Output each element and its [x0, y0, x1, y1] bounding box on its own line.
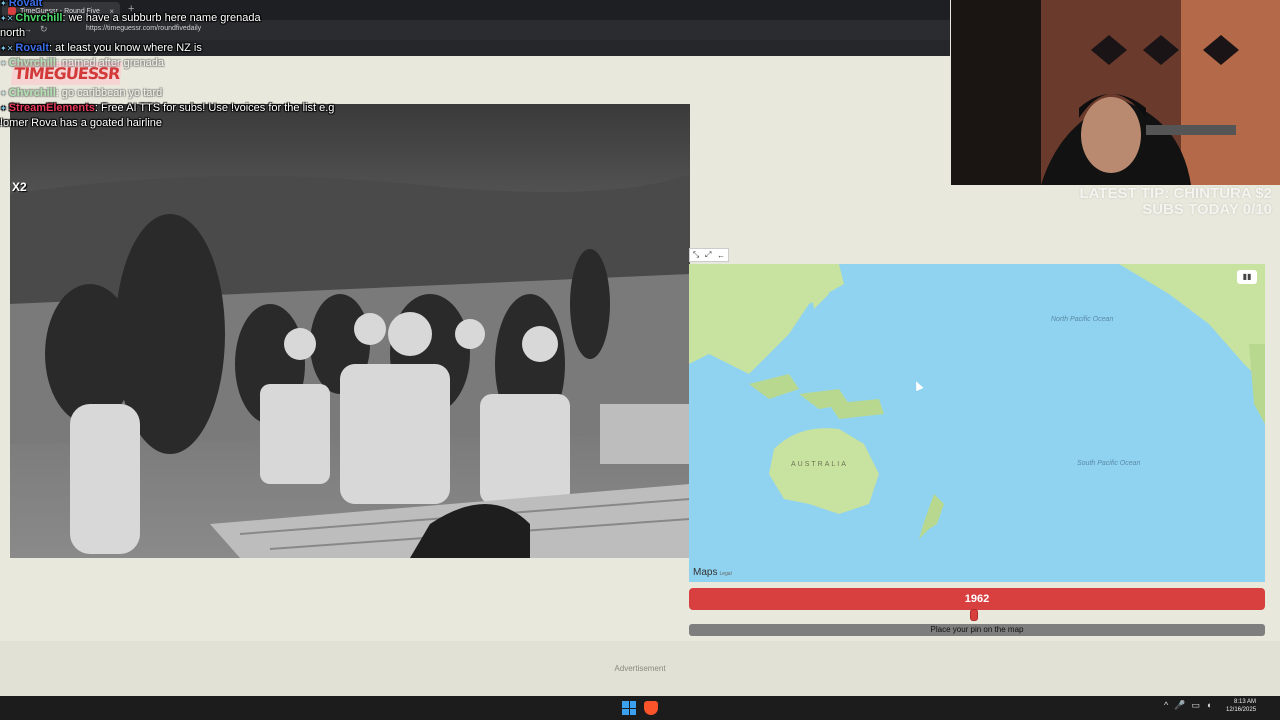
subs-today-text: SUBS TODAY 0/10: [1142, 201, 1272, 218]
map-label-australia: AUSTRALIA: [791, 461, 848, 468]
chat-line: ✦✕ Rovalt: at least you know where NZ is: [0, 42, 202, 54]
year-slider-thumb[interactable]: [970, 609, 978, 621]
maps-brand: Maps Legal: [693, 567, 732, 578]
badge-icon: ✦: [0, 89, 7, 98]
latest-tip-text: LATEST TIP: CHINTURA $2: [1079, 185, 1272, 202]
reload-icon[interactable]: ↻: [40, 24, 48, 35]
chat-line: north: [0, 27, 26, 39]
map-controls: ⤡ ⤢ ←: [689, 248, 729, 262]
chat-line: ✦ Rovalt: [0, 0, 43, 9]
chat-line: ✦✕ Chvrchill: we have a subburb here name…: [0, 12, 261, 24]
chat-line: ✦ Chvrchill: named after grenada: [0, 57, 165, 69]
network-icon[interactable]: ▭: [1191, 700, 1200, 711]
map-label-north-pacific: North Pacific Ocean: [1051, 316, 1114, 323]
windows-start-icon[interactable]: [622, 701, 636, 715]
badge-icon: ✦: [0, 0, 7, 8]
map-layers-icon[interactable]: ▮▮: [1237, 270, 1257, 284]
multiplier-badge: X2: [12, 180, 27, 194]
badge-icon: ✦: [0, 104, 7, 113]
advertisement-label: Advertisement: [614, 664, 666, 673]
map-label-south-pacific: South Pacific Ocean: [1077, 460, 1141, 467]
collapse-icon[interactable]: ←: [717, 251, 725, 260]
chat-line: ✦ StreamElements: Free AI TTS for subs! U…: [0, 102, 335, 114]
system-tray: ^ 🎤 ▭ ◖: [1164, 700, 1211, 711]
stream-overlay: LATEST TIP: CHINTURA $2 SUBS TODAY 0/10: [1079, 186, 1272, 218]
clock-date: 12/16/2025: [1226, 706, 1257, 713]
expand-icon[interactable]: ⤡: [693, 250, 699, 260]
shrink-icon[interactable]: ⤢: [705, 250, 711, 260]
taskbar-clock[interactable]: 8:13 AM 12/16/2025: [1226, 699, 1256, 715]
clock-time: 8:13 AM: [1234, 699, 1257, 705]
badge-icon: ✦: [0, 59, 7, 68]
chat-line: ✦ Chvrchill: go caribbean yo tard: [0, 87, 163, 99]
url-field[interactable]: https://timeguessr.com/roundfivedaily: [86, 25, 201, 32]
badge-icon: ✦✕: [0, 44, 14, 53]
volume-icon[interactable]: ◖: [1206, 700, 1211, 711]
taskbar: [0, 696, 1280, 720]
maps-legal-link[interactable]: Legal: [719, 571, 731, 577]
year-display: 1962: [689, 588, 1265, 610]
chat-line: !omer Rova has a goated hairline: [0, 117, 163, 129]
place-pin-button[interactable]: Place your pin on the map: [689, 624, 1265, 636]
guess-map[interactable]: North Pacific Ocean South Pacific Ocean …: [689, 264, 1265, 582]
microphone-icon[interactable]: 🎤: [1174, 700, 1185, 711]
chevron-up-icon[interactable]: ^: [1164, 700, 1168, 711]
badge-icon: ✦✕: [0, 14, 14, 23]
brave-browser-icon[interactable]: [644, 701, 658, 715]
guess-photo: [10, 104, 690, 558]
webcam-feed: [951, 0, 1280, 185]
